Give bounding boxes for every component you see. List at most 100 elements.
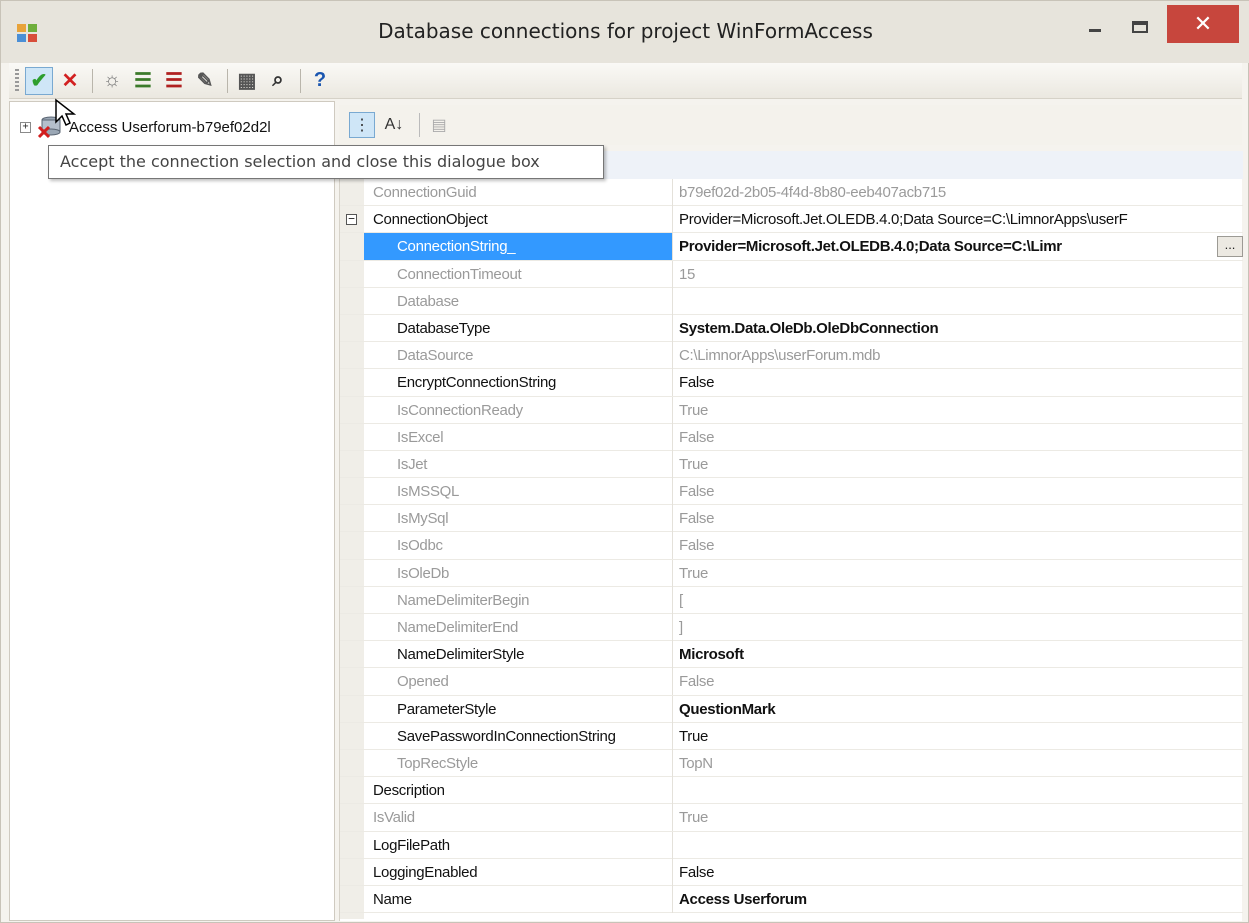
column-divider[interactable] — [672, 287, 673, 315]
column-divider[interactable] — [672, 532, 673, 560]
column-divider[interactable] — [672, 369, 673, 397]
help-button[interactable]: ? — [306, 67, 334, 95]
property-row[interactable]: ConnectionTimeout 15 — [340, 260, 1243, 288]
property-name: NameDelimiterStyle — [397, 646, 525, 664]
column-divider[interactable] — [672, 668, 673, 696]
accept-button[interactable]: ✔ — [25, 66, 53, 95]
property-row[interactable]: Database — [340, 287, 1243, 315]
minimize-button[interactable] — [1079, 7, 1111, 47]
property-row[interactable]: ConnectionGuid b79ef02d-2b05-4f4d-8b80-ee… — [340, 179, 1243, 207]
property-value[interactable]: True — [679, 723, 1239, 750]
new-connection-button[interactable]: ☼ — [98, 67, 126, 95]
property-row[interactable]: DataSource C:\LimnorApps\userForum.mdb — [340, 342, 1243, 370]
property-row[interactable]: EncryptConnectionString False — [340, 369, 1243, 397]
column-divider[interactable] — [672, 804, 673, 832]
property-row[interactable]: IsOleDb True — [340, 559, 1243, 587]
property-value[interactable]: System.Data.OleDb.OleDbConnection — [679, 315, 1239, 342]
tree-expand-icon[interactable]: + — [20, 121, 31, 133]
property-name: TopRecStyle — [397, 754, 478, 772]
property-value[interactable]: False — [679, 859, 1239, 886]
property-value[interactable]: Microsoft — [679, 641, 1239, 668]
property-name: IsExcel — [397, 428, 444, 446]
column-divider[interactable] — [672, 314, 673, 342]
column-divider[interactable] — [672, 722, 673, 750]
property-value[interactable]: Provider=Microsoft.Jet.OLEDB.4.0;Data So… — [679, 233, 1239, 260]
property-name: IsJet — [397, 455, 428, 473]
property-row[interactable]: ConnectionString_ Provider=Microsoft.Jet.… — [340, 233, 1243, 261]
property-name: LogFilePath — [373, 836, 450, 854]
column-divider[interactable] — [672, 423, 673, 451]
find-button[interactable]: ⌕ — [264, 67, 292, 95]
property-row[interactable]: LoggingEnabled False — [340, 858, 1243, 886]
property-value[interactable] — [679, 777, 1239, 804]
remove-connection-button[interactable]: ☰ — [160, 67, 188, 95]
close-button[interactable]: ✕ — [1167, 5, 1239, 43]
property-row[interactable]: Opened False — [340, 668, 1243, 696]
column-divider[interactable] — [672, 342, 673, 370]
property-value[interactable]: Access Userforum — [679, 886, 1239, 913]
list-delete-icon: ☰ — [165, 70, 183, 92]
property-row[interactable]: Description — [340, 777, 1243, 805]
column-divider[interactable] — [672, 396, 673, 424]
column-divider[interactable] — [672, 505, 673, 533]
maximize-button[interactable] — [1123, 7, 1157, 47]
column-divider[interactable] — [672, 179, 673, 206]
property-value[interactable] — [679, 832, 1239, 859]
column-divider[interactable] — [672, 450, 673, 478]
cancel-button[interactable]: ✕ — [56, 67, 84, 95]
column-divider[interactable] — [672, 614, 673, 641]
property-row[interactable]: SavePasswordInConnectionString True — [340, 722, 1243, 750]
column-divider[interactable] — [672, 858, 673, 886]
alphabetical-button[interactable]: A↓ — [381, 112, 407, 138]
list-check-icon: ☰ — [134, 70, 152, 92]
property-pages-button[interactable]: ▤ — [426, 112, 452, 138]
column-divider[interactable] — [672, 206, 673, 234]
toolbar-grip[interactable] — [15, 68, 19, 93]
column-divider[interactable] — [672, 749, 673, 777]
column-divider[interactable] — [672, 885, 673, 913]
property-row[interactable]: IsOdbc False — [340, 532, 1243, 560]
property-row[interactable]: ParameterStyle QuestionMark — [340, 695, 1243, 723]
title-bar[interactable]: Database connections for project WinForm… — [1, 1, 1249, 63]
property-row[interactable]: TopRecStyle TopN — [340, 749, 1243, 778]
property-row[interactable]: NameDelimiterEnd] — [340, 614, 1243, 642]
property-value: False — [679, 510, 715, 528]
property-row[interactable]: IsValid True — [340, 804, 1243, 832]
property-row[interactable]: IsMySql False — [340, 505, 1243, 533]
wizard-button[interactable]: ✎ — [191, 67, 219, 95]
property-row[interactable]: DatabaseType System.Data.OleDb.OleDbConne… — [340, 314, 1243, 343]
property-row[interactable]: IsMSSQL False — [340, 478, 1243, 506]
test-connection-button[interactable]: ☰ — [129, 67, 157, 95]
property-row[interactable]: NameDelimiterBegin [ — [340, 586, 1243, 614]
column-divider[interactable] — [672, 586, 673, 614]
property-row[interactable]: Name Access Userforum — [340, 885, 1243, 914]
toolbar-separator — [92, 68, 93, 93]
property-row[interactable]: LogFilePath — [340, 831, 1243, 859]
column-divider[interactable] — [672, 260, 673, 288]
property-value[interactable]: QuestionMark — [679, 696, 1239, 723]
column-divider[interactable] — [672, 478, 673, 506]
property-row[interactable]: − ConnectionObject Provider=Microsoft.Jet.… — [340, 206, 1243, 234]
property-name: IsValid — [373, 809, 415, 827]
property-row[interactable]: IsConnectionReady True — [340, 396, 1243, 424]
column-divider[interactable] — [672, 695, 673, 723]
property-name: NameDelimiterBegin — [397, 591, 530, 609]
column-divider[interactable] — [672, 777, 673, 805]
collapse-icon[interactable]: − — [346, 213, 357, 226]
lightbulb-icon: ☼ — [102, 69, 122, 91]
categorized-button[interactable]: ⋮ — [349, 112, 375, 138]
column-divider[interactable] — [672, 559, 673, 587]
property-row[interactable]: IsExcel False — [340, 423, 1243, 451]
query-builder-button[interactable]: ▦ — [233, 67, 261, 95]
edit-ellipsis-button[interactable]: ... — [1217, 236, 1243, 258]
property-name: IsOdbc — [397, 537, 443, 555]
property-value[interactable]: Provider=Microsoft.Jet.OLEDB.4.0;Data So… — [679, 206, 1239, 233]
property-value[interactable]: False — [679, 369, 1239, 396]
column-divider[interactable] — [672, 831, 673, 859]
connection-tree[interactable]: + Access Userforum-b79ef02d2l — [9, 101, 335, 921]
property-row[interactable]: NameDelimiterStyle Microsoft — [340, 641, 1243, 669]
property-value: TopN — [679, 754, 713, 772]
property-row[interactable]: IsJet True — [340, 450, 1243, 479]
column-divider[interactable] — [672, 233, 673, 261]
column-divider[interactable] — [672, 641, 673, 669]
